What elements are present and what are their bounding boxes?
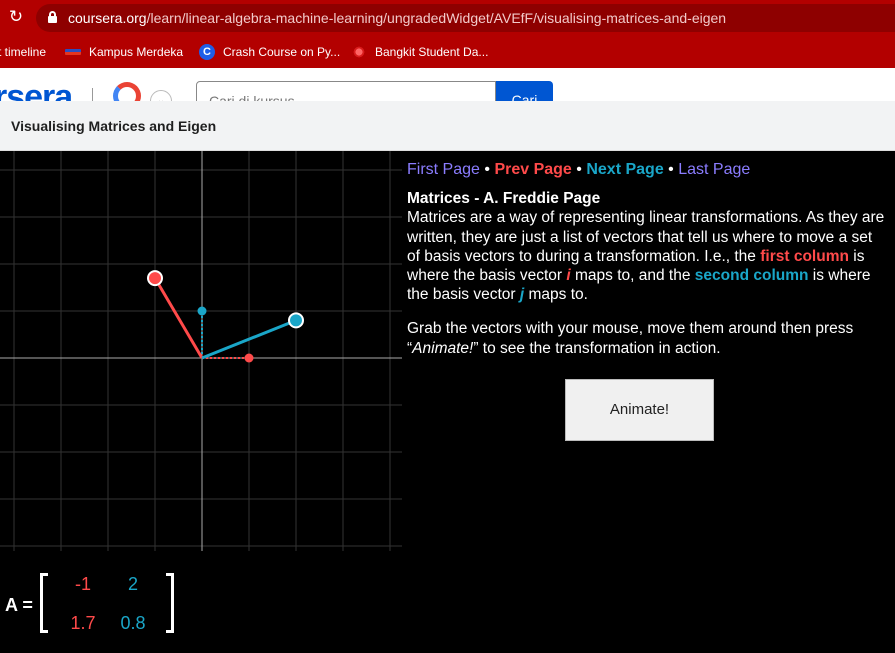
bookmark-label: Bangkit Student Da... [375, 45, 489, 59]
lock-icon[interactable] [48, 11, 57, 24]
bangkit-icon [351, 44, 367, 60]
vector-i-handle[interactable] [147, 270, 163, 287]
bookmark-crash-course[interactable]: C Crash Course on Py... [199, 43, 340, 61]
instructions-panel: First Page • Prev Page • Next Page • Las… [407, 160, 889, 358]
matrix-label: A = [5, 595, 33, 615]
coursera-c-icon: C [199, 44, 215, 60]
vector-j-handle[interactable] [288, 312, 304, 329]
reload-icon[interactable]: ↻ [6, 7, 26, 27]
header-divider [92, 88, 93, 102]
coursera-header: rsera ⌄ Cari di kursus Cari [0, 68, 895, 102]
plot-vectors [147, 270, 304, 363]
instruction-paragraph: Grab the vectors with your mouse, move t… [407, 319, 889, 357]
plot-grid [0, 151, 402, 551]
text-run: maps to. [528, 286, 588, 304]
matrix-cell-a11[interactable]: -1 [63, 574, 103, 595]
coursera-logo[interactable]: rsera [0, 78, 73, 102]
browser-toolbar: ↻ coursera.org/learn/linear-algebra-mach… [0, 0, 895, 36]
prev-page-link[interactable]: Prev Page [494, 161, 571, 178]
first-column-label: first column [760, 247, 849, 265]
left-bracket [40, 573, 48, 633]
last-page-link[interactable]: Last Page [678, 161, 750, 178]
widget-area: First Page • Prev Page • Next Page • Las… [0, 151, 895, 653]
bookmark-label: Crash Course on Py... [223, 45, 341, 59]
basis-j-point [197, 306, 207, 316]
bookmark-timeline[interactable]: t timeline [0, 43, 46, 61]
bookmark-label: t timeline [0, 45, 47, 59]
search-input[interactable]: Cari di kursus [196, 81, 496, 102]
nav-separator: • [484, 161, 490, 178]
description-paragraph: Matrices are a way of representing linea… [407, 208, 889, 304]
next-page-link[interactable]: Next Page [586, 161, 663, 178]
first-page-link[interactable]: First Page [407, 161, 480, 178]
animate-emphasis: Animate! [412, 339, 474, 357]
plot-axes [0, 151, 402, 551]
nav-separator: • [668, 161, 674, 178]
url-text: coursera.org/learn/linear-algebra-machin… [68, 10, 727, 26]
j-vector-label: j [519, 286, 525, 304]
nav-separator: • [576, 161, 582, 178]
bookmark-bangkit[interactable]: Bangkit Student Da... [351, 43, 488, 61]
right-bracket [166, 573, 174, 633]
bookmark-label: Kampus Merdeka [89, 45, 184, 59]
text-run: maps to, and the [575, 267, 691, 285]
vector-i-line [153, 277, 204, 359]
bookmarks-bar: t timeline Kampus Merdeka C Crash Course … [0, 36, 895, 68]
second-column-label: second column [694, 267, 809, 285]
flag-icon [65, 49, 81, 55]
matrix-cell-a21[interactable]: 1.7 [63, 613, 103, 634]
page-navigation: First Page • Prev Page • Next Page • Las… [407, 160, 889, 179]
section-heading: Matrices - A. Freddie Page [407, 190, 601, 208]
address-bar[interactable]: coursera.org/learn/linear-algebra-machin… [36, 4, 895, 32]
page-title: Visualising Matrices and Eigen [11, 118, 217, 134]
basis-i-point [244, 353, 254, 363]
vector-plot[interactable] [0, 151, 405, 561]
widget-title-bar: Visualising Matrices and Eigen [0, 101, 895, 151]
bookmark-kampus-merdeka[interactable]: Kampus Merdeka [65, 43, 183, 61]
search-button[interactable]: Cari [496, 81, 553, 102]
text-run: ” to see the transformation in action. [473, 339, 721, 357]
google-logo-icon [113, 82, 141, 102]
i-vector-label: i [566, 267, 571, 285]
matrix-cell-a12[interactable]: 2 [113, 574, 153, 595]
matrix-display: A = -1 2 1.7 0.8 [0, 563, 200, 643]
matrix-cell-a22[interactable]: 0.8 [113, 613, 153, 634]
animate-button[interactable]: Animate! [565, 379, 714, 441]
